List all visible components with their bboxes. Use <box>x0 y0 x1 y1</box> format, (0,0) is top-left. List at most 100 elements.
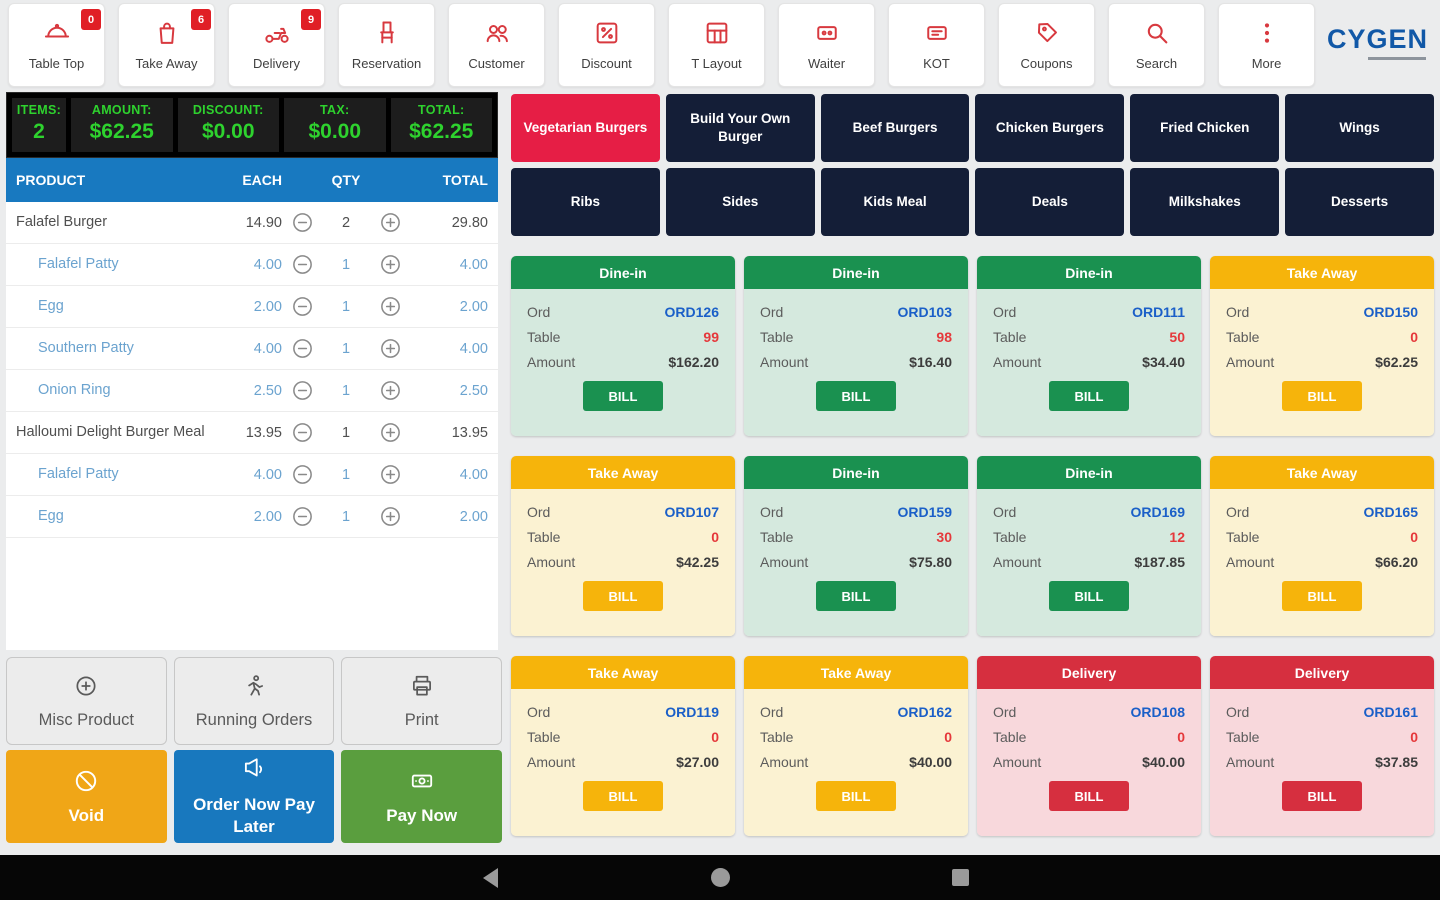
category-button[interactable]: Desserts <box>1285 168 1434 236</box>
toolbar-label: Coupons <box>1020 56 1073 71</box>
qty-minus-button[interactable] <box>290 211 314 235</box>
qty-minus-button[interactable] <box>290 253 314 277</box>
qty-minus-button[interactable] <box>290 505 314 529</box>
print-button[interactable]: Print <box>341 657 503 745</box>
qty-minus-button[interactable] <box>290 463 314 487</box>
order-card[interactable]: Dine-in Ord ORD169 Table 12 Amount $187.… <box>977 456 1201 636</box>
category-button[interactable]: Fried Chicken <box>1130 94 1280 162</box>
order-card[interactable]: Dine-in Ord ORD111 Table 50 Amount $34.4… <box>977 256 1201 436</box>
product-each-price: 14.90 <box>245 214 282 231</box>
table-label: Table <box>1226 529 1260 545</box>
category-button[interactable]: Vegetarian Burgers <box>511 94 660 162</box>
order-table-row: Halloumi Delight Burger Meal 13.95 1 13.… <box>6 412 498 454</box>
order-number: ORD103 <box>897 304 952 320</box>
qty-minus-button[interactable] <box>290 421 314 445</box>
bill-button[interactable]: BILL <box>583 781 663 811</box>
product-total: 4.00 <box>459 466 488 483</box>
table-number: 0 <box>1410 529 1418 545</box>
product-qty: 1 <box>341 424 351 441</box>
toolbar-take-away-button[interactable]: 6 Take Away <box>118 3 215 87</box>
order-card[interactable]: Take Away Ord ORD165 Table 0 Amount $66.… <box>1210 456 1434 636</box>
back-icon[interactable] <box>483 868 498 888</box>
order-number: ORD165 <box>1363 504 1418 520</box>
qty-minus-button[interactable] <box>290 337 314 361</box>
qty-plus-button[interactable] <box>378 379 402 403</box>
toolbar-waiter-button[interactable]: Waiter <box>778 3 875 87</box>
toolbar-reservation-button[interactable]: Reservation <box>338 3 435 87</box>
bill-button[interactable]: BILL <box>816 381 896 411</box>
summary-cell: AMOUNT: $62.25 <box>71 98 173 152</box>
toolbar-table-top-button[interactable]: 0 Table Top <box>8 3 105 87</box>
qty-plus-button[interactable] <box>378 463 402 487</box>
order-card[interactable]: Dine-in Ord ORD126 Table 99 Amount $162.… <box>511 256 735 436</box>
category-button[interactable]: Beef Burgers <box>820 94 970 162</box>
summary-label: ITEMS: <box>16 103 62 117</box>
qty-plus-button[interactable] <box>378 211 402 235</box>
order-card[interactable]: Delivery Ord ORD161 Table 0 Amount $37.8… <box>1210 656 1434 836</box>
qty-controls: 2 <box>282 211 410 235</box>
amount-label: Amount <box>1226 554 1275 570</box>
category-button[interactable]: Chicken Burgers <box>975 94 1125 162</box>
qty-plus-button[interactable] <box>378 421 402 445</box>
category-button[interactable]: Milkshakes <box>1130 168 1280 236</box>
order-card[interactable]: Take Away Ord ORD107 Table 0 Amount $42.… <box>511 456 735 636</box>
home-icon[interactable] <box>711 868 730 887</box>
order-card[interactable]: Dine-in Ord ORD103 Table 98 Amount $16.4… <box>744 256 968 436</box>
category-button[interactable]: Build Your Own Burger <box>665 94 815 162</box>
toolbar-more-button[interactable]: More <box>1218 3 1315 87</box>
category-button[interactable]: Sides <box>665 168 815 236</box>
toolbar-discount-button[interactable]: Discount <box>558 3 655 87</box>
order-amount: $34.40 <box>1142 354 1185 370</box>
qty-minus-button[interactable] <box>290 379 314 403</box>
bill-button[interactable]: BILL <box>1049 781 1129 811</box>
product-each-price: 2.00 <box>253 298 282 315</box>
table-label: Table <box>527 529 561 545</box>
pay-now-button[interactable]: Pay Now <box>341 750 503 843</box>
order-amount: $42.25 <box>676 554 719 570</box>
void-button[interactable]: Void <box>6 750 167 843</box>
order-card[interactable]: Delivery Ord ORD108 Table 0 Amount $40.0… <box>977 656 1201 836</box>
order-amount: $75.80 <box>909 554 952 570</box>
qty-plus-button[interactable] <box>378 295 402 319</box>
running-orders-button[interactable]: Running Orders <box>173 657 335 745</box>
bill-button[interactable]: BILL <box>1282 581 1362 611</box>
bill-button[interactable]: BILL <box>1282 381 1362 411</box>
product-name: Falafel Patty <box>38 466 119 483</box>
qty-plus-button[interactable] <box>378 505 402 529</box>
amount-label: Amount <box>1226 354 1275 370</box>
customers-icon <box>483 19 511 47</box>
toolbar-coupons-button[interactable]: Coupons <box>998 3 1095 87</box>
category-button[interactable]: Deals <box>975 168 1125 236</box>
top-toolbar: 0 Table Top 6 Take Away 9 Delivery Reser… <box>8 3 1318 87</box>
toolbar-customer-button[interactable]: Customer <box>448 3 545 87</box>
bill-button[interactable]: BILL <box>1049 381 1129 411</box>
toolbar-kot-button[interactable]: KOT <box>888 3 985 87</box>
bill-button[interactable]: BILL <box>816 781 896 811</box>
bill-button[interactable]: BILL <box>1282 781 1362 811</box>
bill-button[interactable]: BILL <box>583 381 663 411</box>
toolbar-search-button[interactable]: Search <box>1108 3 1205 87</box>
category-button[interactable]: Kids Meal <box>820 168 970 236</box>
bill-button[interactable]: BILL <box>816 581 896 611</box>
order-card-body: Ord ORD150 Table 0 Amount $62.25 BILL <box>1210 289 1434 436</box>
recents-icon[interactable] <box>952 869 969 886</box>
qty-minus-button[interactable] <box>290 295 314 319</box>
order-card[interactable]: Take Away Ord ORD162 Table 0 Amount $40.… <box>744 656 968 836</box>
category-button[interactable]: Wings <box>1285 94 1434 162</box>
misc-product-button[interactable]: Misc Product <box>6 657 167 745</box>
toolbar-t-layout-button[interactable]: T Layout <box>668 3 765 87</box>
table-number: 0 <box>1410 329 1418 345</box>
order-card[interactable]: Take Away Ord ORD150 Table 0 Amount $62.… <box>1210 256 1434 436</box>
qty-plus-button[interactable] <box>378 253 402 277</box>
bill-button[interactable]: BILL <box>1049 581 1129 611</box>
bill-button[interactable]: BILL <box>583 581 663 611</box>
order-card[interactable]: Dine-in Ord ORD159 Table 30 Amount $75.8… <box>744 456 968 636</box>
product-each-price: 2.50 <box>253 382 282 399</box>
order-now-pay-later-button[interactable]: Order Now Pay Later <box>173 750 335 843</box>
qty-plus-button[interactable] <box>378 337 402 361</box>
order-card[interactable]: Take Away Ord ORD119 Table 0 Amount $27.… <box>511 656 735 836</box>
toolbar-label: Table Top <box>28 56 85 71</box>
pos-screen: 0 Table Top 6 Take Away 9 Delivery Reser… <box>0 0 1440 900</box>
category-button[interactable]: Ribs <box>511 168 660 236</box>
toolbar-delivery-button[interactable]: 9 Delivery <box>228 3 325 87</box>
